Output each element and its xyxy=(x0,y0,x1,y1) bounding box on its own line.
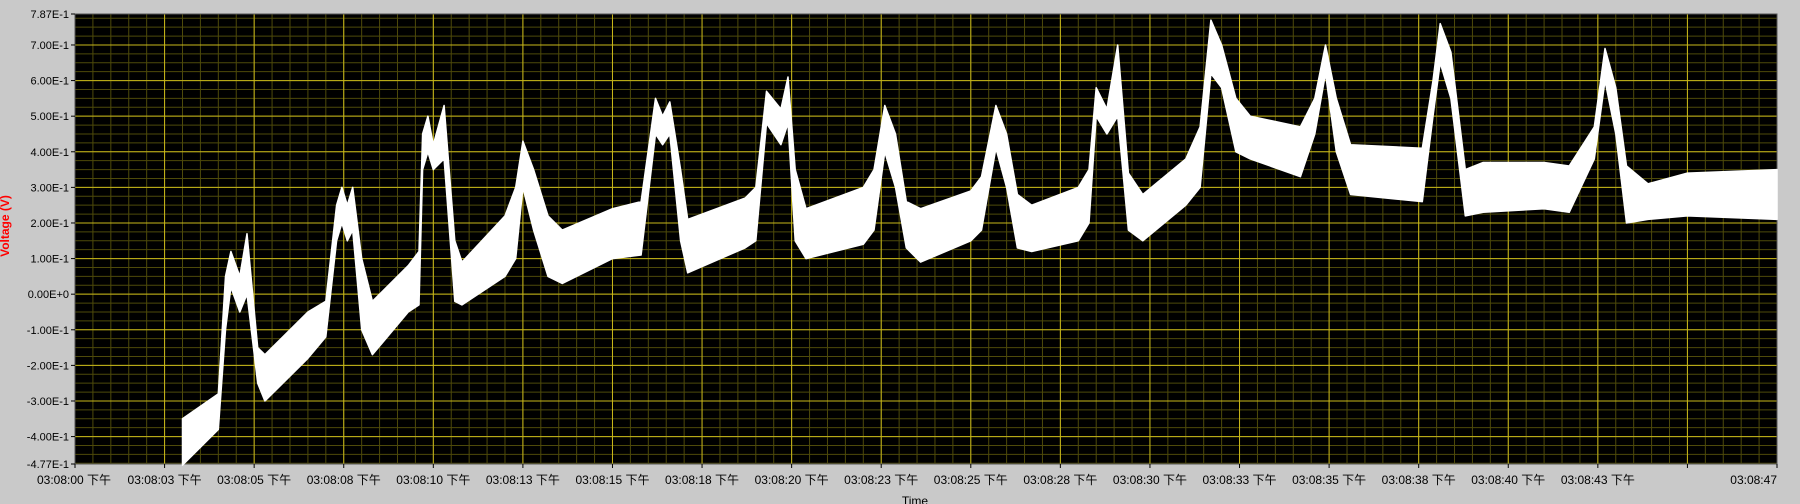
x-tick-label: 03:08:20 下午 xyxy=(755,473,829,487)
y-tick-label: 4.00E-1 xyxy=(30,147,69,159)
x-tick-label: 03:08:25 下午 xyxy=(934,473,1008,487)
y-tick-label: 2.00E-1 xyxy=(30,218,69,230)
y-tick-label: 1.00E-1 xyxy=(30,254,69,266)
y-tick-label: -1.00E-1 xyxy=(27,325,69,337)
x-tick-label: 03:08:28 下午 xyxy=(1023,473,1097,487)
y-tick-label: -2.00E-1 xyxy=(27,360,69,372)
x-tick-label: 03:08:23 下午 xyxy=(844,473,918,487)
y-tick-label: 5.00E-1 xyxy=(30,111,69,123)
y-tick-label: -4.00E-1 xyxy=(27,432,69,444)
x-tick-label: 03:08:35 下午 xyxy=(1292,473,1366,487)
chart: 7.87E-1 7.00E-1 6.00E-1 5.00E-1 4.00E-1 3.00E… xyxy=(0,9,1778,504)
x-tick-label: 03:08:47 xyxy=(1730,473,1777,487)
y-tick-label: -3.00E-1 xyxy=(27,396,69,408)
x-tick-label: 03:08:38 下午 xyxy=(1382,473,1456,487)
x-tick-label: 03:08:03 下午 xyxy=(128,473,202,487)
y-tick-label: 7.00E-1 xyxy=(30,40,69,52)
y-tick-label: 0.00E+0 xyxy=(28,289,69,301)
y-tick-label: 7.87E-1 xyxy=(30,9,69,21)
y-tick-label: 3.00E-1 xyxy=(30,182,69,194)
x-tick-label: 03:08:05 下午 xyxy=(217,473,291,487)
x-tick-label: 03:08:43 下午 xyxy=(1561,473,1635,487)
x-tick-label: 03:08:30 下午 xyxy=(1113,473,1187,487)
x-axis: 03:08:00 下午 03:08:03 下午 03:08:05 下午 03:08:0… xyxy=(37,464,1778,487)
x-tick-label: 03:08:15 下午 xyxy=(575,473,649,487)
y-tick-label: 6.00E-1 xyxy=(30,76,69,88)
y-axis: 7.87E-1 7.00E-1 6.00E-1 5.00E-1 4.00E-1 3.00E… xyxy=(27,9,75,471)
y-axis-label: Voltage (V) xyxy=(0,195,12,257)
x-tick-label: 03:08:18 下午 xyxy=(665,473,739,487)
x-axis-label: Time xyxy=(902,494,929,504)
x-tick-label: 03:08:08 下午 xyxy=(307,473,381,487)
x-tick-label: 03:08:10 下午 xyxy=(396,473,470,487)
x-tick-label: 03:08:40 下午 xyxy=(1471,473,1545,487)
x-tick-label: 03:08:13 下午 xyxy=(486,473,560,487)
x-tick-label: 03:08:00 下午 xyxy=(37,473,111,487)
y-tick-label: -4.77E-1 xyxy=(27,459,69,471)
x-tick-label: 03:08:33 下午 xyxy=(1203,473,1277,487)
